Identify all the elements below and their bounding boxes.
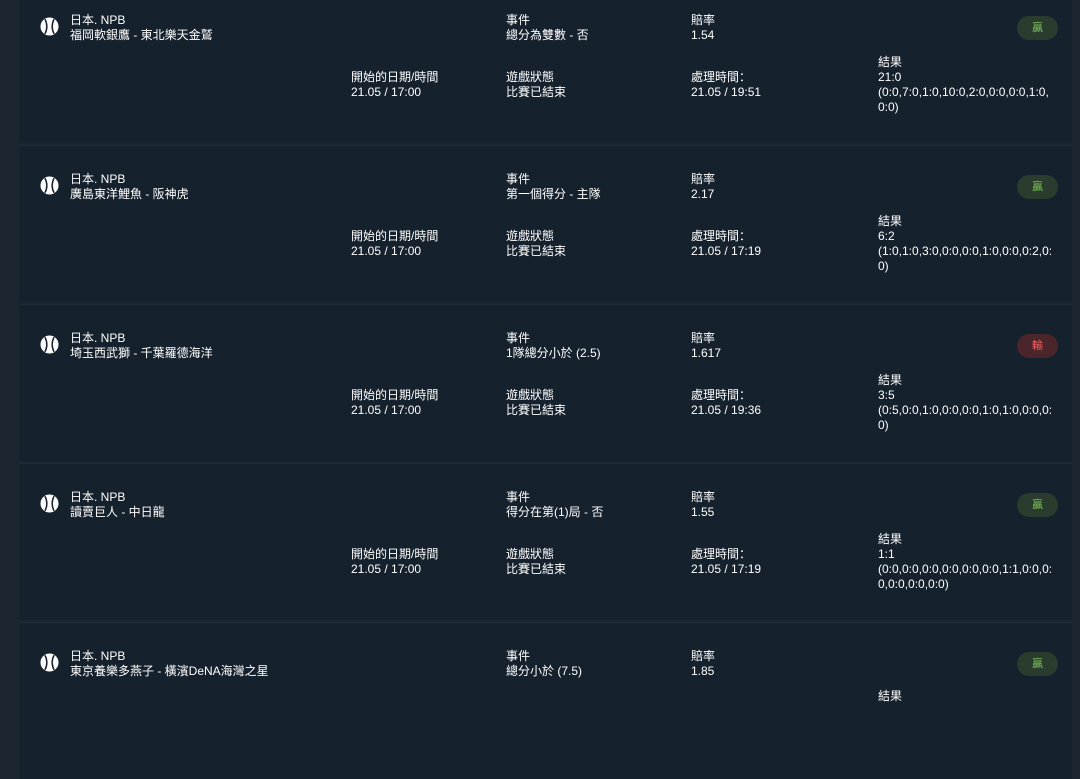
- processed-label: 處理時間：: [691, 388, 752, 402]
- match-teams[interactable]: 東京養樂多燕子 - 橫濱DeNA海灣之星: [70, 664, 269, 679]
- processed-label: 處理時間：: [691, 547, 752, 561]
- bet-card[interactable]: 日本. NPB 廣島東洋鯉魚 - 阪神虎 事件 第一個得分 - 主隊 賠率 2.…: [19, 145, 1072, 302]
- match-teams[interactable]: 廣島東洋鯉魚 - 阪神虎: [70, 187, 189, 202]
- result-score: 3:5: [878, 388, 895, 402]
- outcome-badge: 贏: [1017, 16, 1058, 40]
- processed-label: 處理時間：: [691, 229, 752, 243]
- odds-label: 賠率: [691, 649, 716, 663]
- status-label: 遊戲狀態: [506, 547, 555, 561]
- status-label: 遊戲狀態: [506, 70, 555, 84]
- event-label: 事件: [506, 649, 531, 663]
- bet-card[interactable]: 日本. NPB 讀賣巨人 - 中日龍 事件 得分在第(1)局 - 否 賠率 1.…: [19, 463, 1072, 620]
- processed-value: 21.05 / 17:19: [691, 562, 762, 576]
- status-label: 遊戲狀態: [506, 388, 555, 402]
- bet-card[interactable]: 日本. NPB 埼玉西武獅 - 千葉羅德海洋 事件 1隊總分小於 (2.5) 賠…: [19, 304, 1072, 461]
- result-score: 1:1: [878, 547, 895, 561]
- event-value: 1隊總分小於 (2.5): [506, 346, 601, 360]
- start-label: 開始的日期/時間: [351, 70, 439, 84]
- result-detail: (0:0,7:0,1:0,10:0,2:0,0:0,0:0,1:0,0:0): [878, 85, 1049, 114]
- odds-value: 1.85: [691, 664, 715, 678]
- start-label: 開始的日期/時間: [351, 547, 439, 561]
- outcome-badge: 贏: [1017, 652, 1058, 676]
- status-value: 比賽已結束: [506, 562, 567, 576]
- result-label: 結果: [878, 214, 903, 228]
- league-name: 日本. NPB: [70, 649, 126, 663]
- result-label: 結果: [878, 532, 903, 546]
- baseball-icon: [40, 653, 59, 672]
- league-name: 日本. NPB: [70, 331, 126, 345]
- status-value: 比賽已結束: [506, 403, 567, 417]
- start-value: 21.05 / 17:00: [351, 562, 422, 576]
- match-teams[interactable]: 埼玉西武獅 - 千葉羅德海洋: [70, 346, 213, 361]
- result-detail: (0:0,0:0,0:0,0:0,0:0,0:0,1:1,0:0,0:0,0:0…: [878, 562, 1053, 591]
- event-value: 第一個得分 - 主隊: [506, 187, 601, 201]
- processed-label: 處理時間：: [691, 70, 752, 84]
- start-label: 開始的日期/時間: [351, 229, 439, 243]
- bet-card[interactable]: 日本. NPB 福岡軟銀鷹 - 東北樂天金鷲 事件 總分為雙數 - 否 賠率 1…: [19, 0, 1072, 143]
- odds-value: 2.17: [691, 187, 715, 201]
- processed-value: 21.05 / 19:36: [691, 403, 762, 417]
- event-label: 事件: [506, 172, 531, 186]
- result-score: 6:2: [878, 229, 895, 243]
- match-teams[interactable]: 福岡軟銀鷹 - 東北樂天金鷲: [70, 28, 213, 43]
- baseball-icon: [40, 335, 59, 354]
- start-value: 21.05 / 17:00: [351, 244, 422, 258]
- processed-value: 21.05 / 17:19: [691, 244, 762, 258]
- event-value: 總分為雙數 - 否: [506, 28, 589, 42]
- result-score: 21:0: [878, 70, 902, 84]
- odds-label: 賠率: [691, 172, 716, 186]
- league-name: 日本. NPB: [70, 13, 126, 27]
- result-label: 結果: [878, 373, 903, 387]
- start-label: 開始的日期/時間: [351, 388, 439, 402]
- status-label: 遊戲狀態: [506, 229, 555, 243]
- start-value: 21.05 / 17:00: [351, 85, 422, 99]
- outcome-badge: 輸: [1017, 334, 1058, 358]
- odds-value: 1.54: [691, 28, 715, 42]
- baseball-icon: [40, 494, 59, 513]
- baseball-icon: [40, 176, 59, 195]
- match-teams[interactable]: 讀賣巨人 - 中日龍: [70, 505, 165, 520]
- start-value: 21.05 / 17:00: [351, 403, 422, 417]
- event-value: 總分小於 (7.5): [506, 664, 583, 678]
- baseball-icon: [40, 17, 59, 36]
- league-name: 日本. NPB: [70, 490, 126, 504]
- bet-history-list: 日本. NPB 福岡軟銀鷹 - 東北樂天金鷲 事件 總分為雙數 - 否 賠率 1…: [0, 0, 1080, 779]
- event-label: 事件: [506, 490, 531, 504]
- odds-label: 賠率: [691, 490, 716, 504]
- outcome-badge: 贏: [1017, 175, 1058, 199]
- event-label: 事件: [506, 331, 531, 345]
- outcome-badge: 贏: [1017, 493, 1058, 517]
- result-label: 結果: [878, 689, 903, 703]
- odds-label: 賠率: [691, 13, 716, 27]
- result-detail: (1:0,1:0,3:0,0:0,0:0,1:0,0:0,0:2,0:0): [878, 244, 1053, 273]
- odds-value: 1.617: [691, 346, 722, 360]
- result-label: 結果: [878, 55, 903, 69]
- status-value: 比賽已結束: [506, 85, 567, 99]
- status-value: 比賽已結束: [506, 244, 567, 258]
- odds-label: 賠率: [691, 331, 716, 345]
- event-value: 得分在第(1)局 - 否: [506, 505, 604, 519]
- odds-value: 1.55: [691, 505, 715, 519]
- processed-value: 21.05 / 19:51: [691, 85, 762, 99]
- event-label: 事件: [506, 13, 531, 27]
- result-detail: (0:5,0:0,1:0,0:0,0:0,1:0,1:0,0:0,0:0): [878, 403, 1053, 432]
- league-name: 日本. NPB: [70, 172, 126, 186]
